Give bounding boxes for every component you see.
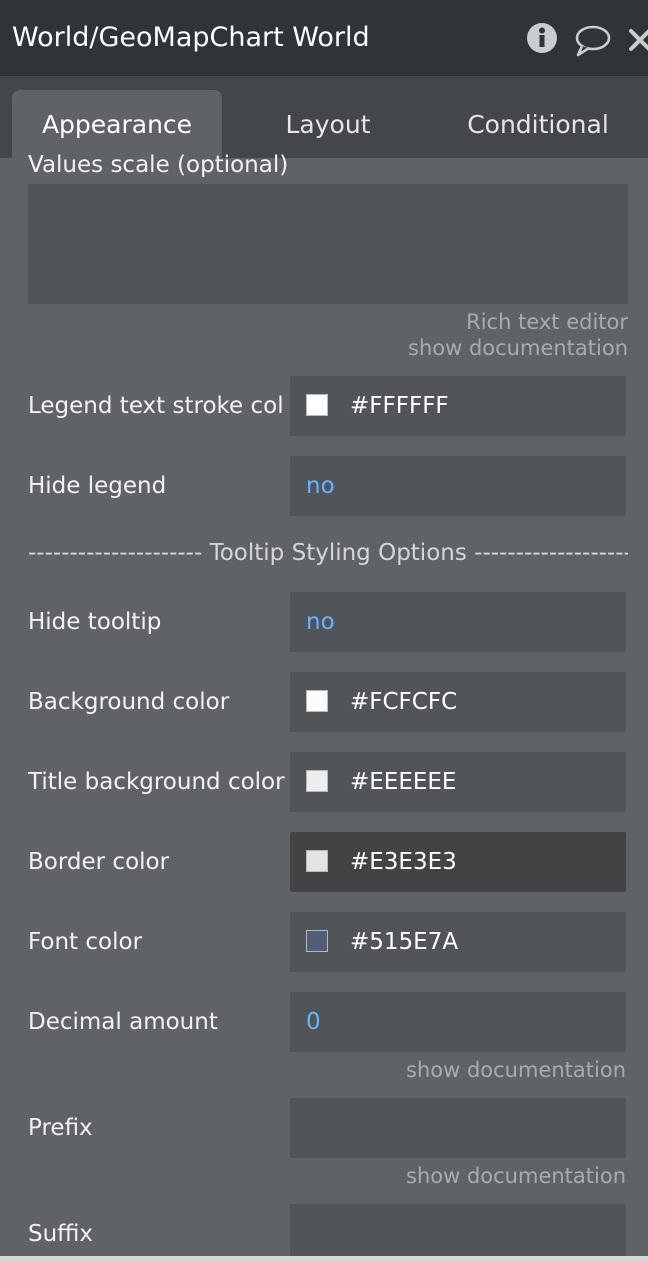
decimal-amount-input[interactable]: 0 bbox=[290, 992, 626, 1052]
legend-stroke-color-picker[interactable]: #FFFFFF bbox=[290, 376, 626, 436]
tab-layout[interactable]: Layout bbox=[228, 90, 428, 158]
comment-icon[interactable] bbox=[574, 24, 612, 62]
color-swatch[interactable] bbox=[306, 930, 328, 952]
color-hex: #515E7A bbox=[350, 929, 459, 955]
rich-text-editor-link[interactable]: Rich text editor bbox=[466, 310, 628, 334]
hide-legend-dropdown[interactable]: no bbox=[290, 456, 626, 516]
title-background-color-picker[interactable]: #EEEEEE bbox=[290, 752, 626, 812]
tooltip-section-divider: --------------------- Tooltip Styling Op… bbox=[28, 540, 628, 566]
color-hex: #E3E3E3 bbox=[350, 849, 457, 875]
background-color-picker[interactable]: #FCFCFC bbox=[290, 672, 626, 732]
values-scale-input[interactable] bbox=[28, 184, 628, 304]
color-swatch[interactable] bbox=[306, 770, 328, 792]
close-icon[interactable] bbox=[628, 28, 648, 56]
decimal-amount-label: Decimal amount bbox=[28, 1009, 218, 1035]
panel-bottom-edge bbox=[0, 1256, 648, 1262]
hide-legend-label: Hide legend bbox=[28, 473, 167, 499]
dropdown-value: no bbox=[306, 473, 335, 499]
show-documentation-link[interactable]: show documentation bbox=[408, 336, 628, 360]
input-value: 0 bbox=[306, 1009, 321, 1035]
title-background-color-label: Title background color bbox=[28, 769, 285, 795]
border-color-label: Border color bbox=[28, 849, 170, 875]
suffix-input[interactable] bbox=[290, 1204, 626, 1256]
tab-bar: Appearance Layout Conditional bbox=[0, 76, 648, 158]
color-swatch[interactable] bbox=[306, 850, 328, 872]
color-swatch[interactable] bbox=[306, 690, 328, 712]
show-documentation-link[interactable]: show documentation bbox=[406, 1164, 626, 1188]
dropdown-value: no bbox=[306, 609, 335, 635]
border-color-picker[interactable]: #E3E3E3 bbox=[290, 832, 626, 892]
hide-tooltip-dropdown[interactable]: no bbox=[290, 592, 626, 652]
suffix-label: Suffix bbox=[28, 1221, 94, 1247]
info-icon[interactable] bbox=[526, 22, 558, 58]
prefix-label: Prefix bbox=[28, 1115, 93, 1141]
color-hex: #EEEEEE bbox=[350, 769, 457, 795]
values-scale-label: Values scale (optional) bbox=[28, 152, 289, 178]
element-title: World/GeoMapChart World bbox=[12, 22, 370, 53]
property-editor-header: World/GeoMapChart World bbox=[0, 0, 648, 76]
tab-conditional[interactable]: Conditional bbox=[438, 90, 638, 158]
color-hex: #FCFCFC bbox=[350, 689, 458, 715]
legend-stroke-label: Legend text stroke col bbox=[28, 393, 284, 419]
font-color-label: Font color bbox=[28, 929, 143, 955]
tab-appearance[interactable]: Appearance bbox=[12, 90, 222, 158]
background-color-label: Background color bbox=[28, 689, 230, 715]
prefix-input[interactable] bbox=[290, 1098, 626, 1158]
show-documentation-link[interactable]: show documentation bbox=[406, 1058, 626, 1082]
font-color-picker[interactable]: #515E7A bbox=[290, 912, 626, 972]
hide-tooltip-label: Hide tooltip bbox=[28, 609, 162, 635]
color-swatch[interactable] bbox=[306, 394, 328, 416]
color-hex: #FFFFFF bbox=[350, 393, 449, 419]
